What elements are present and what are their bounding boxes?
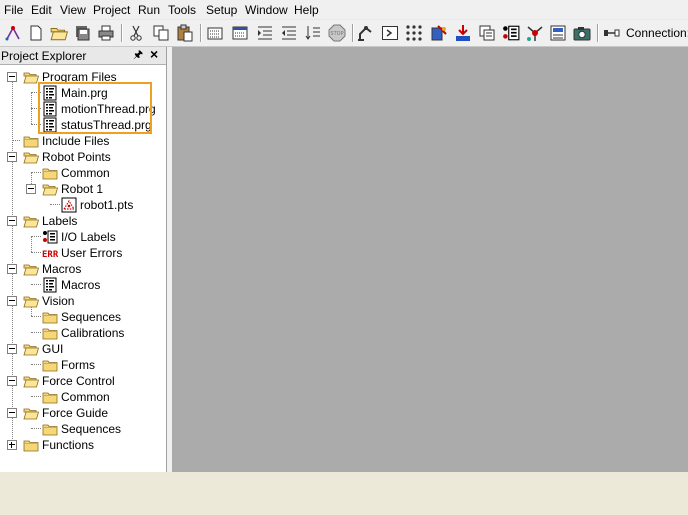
svg-text:ERR: ERR	[42, 250, 58, 260]
folder-icon	[42, 357, 58, 373]
collapse-force-guide[interactable]	[7, 408, 17, 418]
paste-icon[interactable]	[176, 24, 194, 42]
io-label-icon[interactable]	[502, 24, 520, 42]
menu-edit[interactable]: Edit	[31, 3, 52, 17]
close-icon[interactable]: ×	[150, 47, 162, 61]
folder-open-icon	[23, 69, 39, 85]
explorer-header: Project Explorer 🖈 ×	[0, 47, 166, 65]
copy-icon[interactable]	[152, 24, 170, 42]
pin-icon[interactable]: 🖈	[133, 49, 143, 61]
io-label-icon	[42, 229, 58, 245]
svg-text:STOP: STOP	[330, 31, 343, 37]
connection-label: Connection:	[626, 26, 688, 40]
menu-bar: File Edit View Project Run Tools Setup W…	[0, 0, 688, 19]
folder-icon	[42, 309, 58, 325]
robot-manager-icon[interactable]	[357, 24, 375, 42]
folder-icon	[42, 421, 58, 437]
io-monitor-icon[interactable]	[430, 24, 448, 42]
error-icon: ERR	[42, 245, 58, 261]
folder-open-icon	[23, 341, 39, 357]
folder-open-icon	[23, 293, 39, 309]
folder-open-icon	[23, 405, 39, 421]
menu-file[interactable]: File	[4, 3, 23, 17]
camera-icon[interactable]	[573, 24, 591, 42]
folder-open-icon	[23, 261, 39, 277]
menu-help[interactable]: Help	[294, 3, 319, 17]
connection-icon[interactable]	[603, 24, 621, 42]
collapse-gui[interactable]	[7, 344, 17, 354]
collapse-robot-points[interactable]	[7, 152, 17, 162]
project-explorer-panel: Project Explorer 🖈 × Program Files Main.…	[0, 47, 167, 472]
indent-icon[interactable]	[256, 24, 274, 42]
collapse-program-files[interactable]	[7, 72, 17, 82]
folder-open-icon	[42, 181, 58, 197]
build-icon[interactable]	[206, 24, 224, 42]
selection-highlight-box	[38, 82, 152, 134]
folder-icon	[23, 437, 39, 453]
folder-open-icon	[23, 373, 39, 389]
system-history-icon[interactable]	[549, 24, 567, 42]
run-window-icon[interactable]	[231, 24, 249, 42]
program-file-icon	[42, 277, 58, 293]
collapse-robot1[interactable]	[26, 184, 36, 194]
collapse-labels[interactable]	[7, 216, 17, 226]
folder-icon	[23, 133, 39, 149]
menu-project[interactable]: Project	[93, 3, 130, 17]
new-project-icon[interactable]	[4, 24, 22, 42]
menu-setup[interactable]: Setup	[206, 3, 237, 17]
toolbar: STOP Connection:	[0, 20, 688, 47]
points-icon[interactable]	[405, 24, 423, 42]
folder-icon	[42, 325, 58, 341]
save-all-icon[interactable]	[73, 24, 91, 42]
stop-icon[interactable]: STOP	[328, 24, 346, 42]
menu-view[interactable]: View	[60, 3, 86, 17]
menu-window[interactable]: Window	[245, 3, 288, 17]
task-manager-icon[interactable]	[478, 24, 496, 42]
folder-open-icon	[23, 149, 39, 165]
hardware-icon[interactable]	[526, 24, 544, 42]
menu-tools[interactable]: Tools	[168, 3, 196, 17]
collapse-macros[interactable]	[7, 264, 17, 274]
collapse-vision[interactable]	[7, 296, 17, 306]
folder-open-icon	[23, 213, 39, 229]
menu-run[interactable]: Run	[138, 3, 160, 17]
print-icon[interactable]	[97, 24, 115, 42]
mdi-workspace	[172, 47, 688, 472]
collapse-force-control[interactable]	[7, 376, 17, 386]
explorer-title: Project Explorer	[1, 49, 87, 63]
open-icon[interactable]	[50, 24, 68, 42]
download-icon[interactable]	[454, 24, 472, 42]
points-file-icon	[61, 197, 77, 213]
outdent-icon[interactable]	[280, 24, 298, 42]
folder-icon	[42, 165, 58, 181]
command-window-icon[interactable]	[381, 24, 399, 42]
cut-icon[interactable]	[127, 24, 145, 42]
expand-functions[interactable]	[7, 440, 17, 450]
line-number-icon[interactable]	[304, 24, 322, 42]
new-file-icon[interactable]	[27, 24, 45, 42]
folder-icon	[42, 389, 58, 405]
